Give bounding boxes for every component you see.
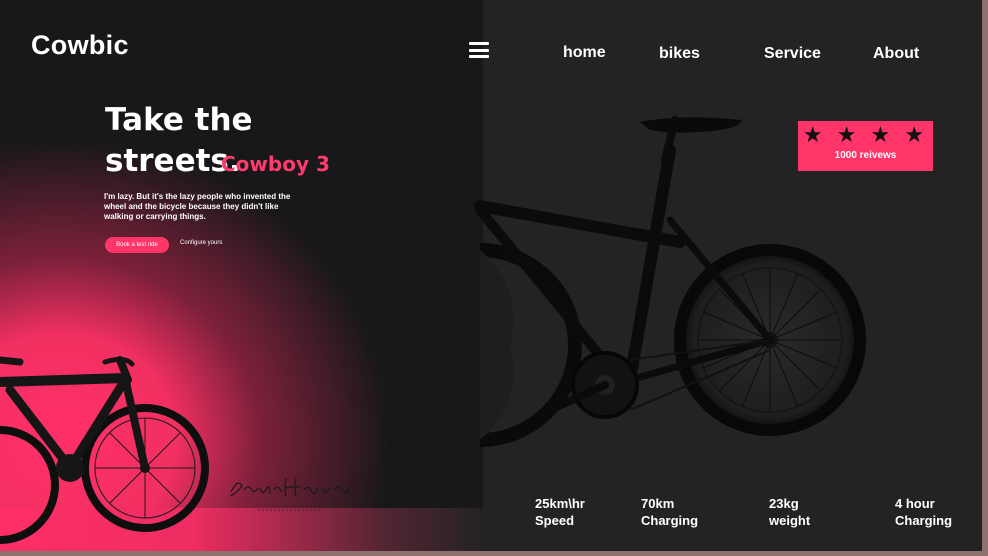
model-name: Cowboy 3 <box>221 152 330 176</box>
reviews-count: 1000 reivews <box>834 150 897 161</box>
stat-label: weight <box>769 513 811 528</box>
configure-link[interactable]: Configure yours <box>180 240 222 246</box>
signature-image <box>229 477 351 511</box>
landing-page: Cowbic home bikes Service About Take the… <box>0 0 982 551</box>
stat-range: 70km Charging <box>641 495 698 529</box>
hero-description: I'm lazy. But it's the lazy people who i… <box>104 192 291 221</box>
stat-label: Charging <box>895 513 953 528</box>
nav-link-service[interactable]: Service <box>764 45 821 63</box>
stat-charging-time: 4 hour Charging <box>895 495 952 529</box>
nav-link-about[interactable]: About <box>873 45 919 63</box>
nav-link-home[interactable]: home <box>563 44 606 62</box>
stat-value: 70km <box>641 496 675 511</box>
headline-line-1: Take the <box>105 102 253 138</box>
stat-weight: 23kg weight <box>769 495 810 529</box>
book-test-ride-button[interactable]: Book a test ride <box>105 237 169 253</box>
hamburger-menu-icon[interactable] <box>469 42 489 58</box>
stat-value: 25km\hr <box>535 496 585 511</box>
rating-stars-icon: ★ ★ ★ ★ <box>802 122 929 147</box>
reviews-badge: ★ ★ ★ ★ 1000 reivews <box>798 121 933 171</box>
stat-value: 4 hour <box>895 496 935 511</box>
stat-value: 23kg <box>769 496 799 511</box>
secondary-bike-image <box>0 356 209 544</box>
stat-label: Speed <box>535 513 575 528</box>
stat-label: Charging <box>641 513 699 528</box>
stat-speed: 25km\hr Speed <box>535 495 585 529</box>
brand-logo[interactable]: Cowbic <box>31 30 129 61</box>
nav-link-bikes[interactable]: bikes <box>659 45 700 63</box>
